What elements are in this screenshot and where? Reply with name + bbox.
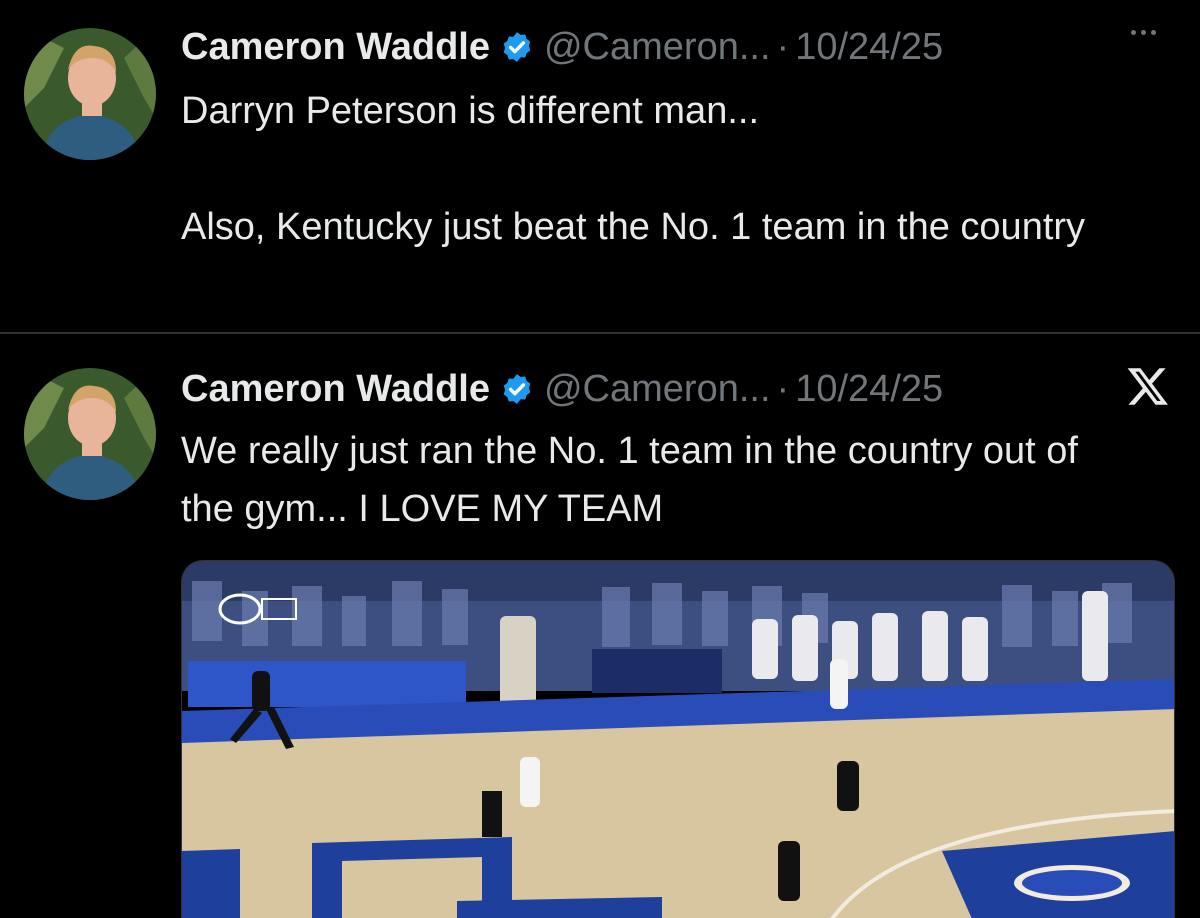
author-name[interactable]: Cameron Waddle — [181, 368, 490, 411]
tweet-text: Also, Kentucky just beat the No. 1 team … — [181, 206, 1086, 248]
verified-badge-icon — [503, 32, 531, 62]
tweet-text: We really just ran the No. 1 team in the… — [181, 430, 1078, 530]
author-handle[interactable]: @Cameron... — [544, 26, 771, 69]
basketball-video-still — [182, 561, 1174, 918]
author-name[interactable]: Cameron Waddle — [181, 26, 490, 69]
avatar-image — [24, 368, 156, 500]
avatar-image — [24, 28, 156, 160]
verified-badge-icon — [503, 374, 531, 404]
x-logo-icon[interactable] — [1126, 364, 1170, 408]
separator: · — [776, 367, 790, 410]
tweet-header: Cameron Waddle @Cameron... · 10/24/25 — [181, 364, 943, 414]
separator: · — [776, 25, 790, 68]
avatar[interactable] — [24, 368, 156, 500]
author-handle[interactable]: @Cameron... — [544, 368, 771, 411]
tweet-date[interactable]: 10/24/25 — [795, 26, 943, 69]
tweet-date[interactable]: 10/24/25 — [795, 368, 943, 411]
tweet-header: Cameron Waddle @Cameron... · 10/24/25 — [181, 22, 943, 72]
tweet[interactable]: Cameron Waddle @Cameron... · 10/24/25 Da… — [0, 0, 1200, 333]
tweet-text: Darryn Peterson is different man... — [181, 90, 759, 132]
more-dots-icon[interactable] — [1131, 30, 1156, 35]
tweet[interactable]: Cameron Waddle @Cameron... · 10/24/25 We… — [0, 334, 1200, 918]
avatar[interactable] — [24, 28, 156, 160]
video-media[interactable] — [181, 560, 1175, 918]
